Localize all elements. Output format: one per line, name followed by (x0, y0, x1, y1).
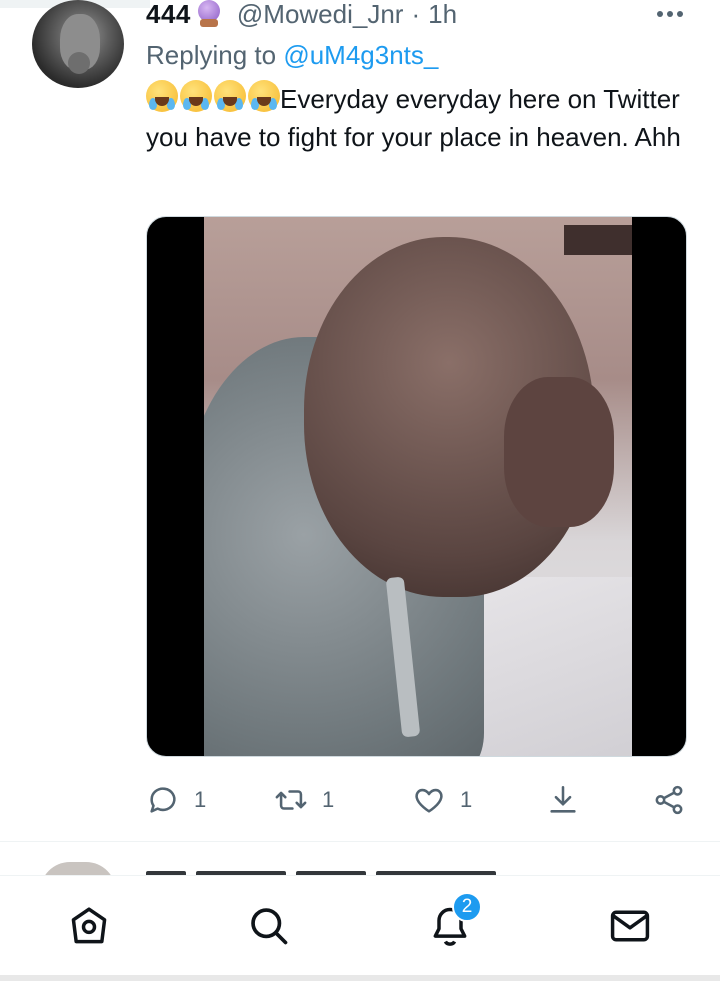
hands (504, 377, 614, 527)
user-handle[interactable]: @Mowedi_Jnr (237, 0, 404, 30)
system-bar (0, 975, 720, 981)
share-icon (655, 785, 683, 815)
avatar-hand (68, 52, 90, 74)
download-icon (550, 785, 576, 813)
tweet-header: 444 @Mowedi_Jnr · 1h (146, 0, 457, 30)
video-thumbnail[interactable] (146, 216, 687, 757)
display-name[interactable]: 444 (146, 0, 191, 30)
tweet-divider (0, 841, 720, 842)
reply-button[interactable]: 1 (146, 782, 206, 818)
loudly-crying-emoji-icon (248, 80, 280, 112)
bottom-navigation (0, 875, 720, 975)
nav-home[interactable] (67, 904, 111, 948)
heart-icon (415, 788, 443, 813)
timestamp[interactable]: 1h (428, 0, 457, 30)
nav-messages[interactable] (608, 904, 652, 948)
tweet[interactable]: 444 @Mowedi_Jnr · 1h Replying to @uM4g3n… (0, 0, 720, 842)
background-shelf (564, 225, 632, 255)
tears-of-joy-emoji-icon (180, 80, 212, 112)
notification-badge: 2 (452, 892, 482, 922)
crystal-ball-icon (195, 0, 223, 28)
video-frame (204, 217, 632, 756)
nav-search[interactable] (247, 904, 291, 948)
loudly-crying-emoji-icon (214, 80, 246, 112)
share-button[interactable] (652, 782, 686, 818)
like-button[interactable]: 1 (412, 782, 472, 818)
download-button[interactable] (546, 782, 580, 818)
like-count: 1 (460, 787, 473, 812)
reply-count: 1 (194, 787, 207, 812)
reply-context: Replying to @uM4g3nts_ (146, 40, 438, 71)
retweet-button[interactable]: 1 (274, 782, 334, 818)
emoji-group (146, 80, 280, 112)
tweet-text: Everyday everyday here on Twitter you ha… (146, 80, 686, 156)
reply-to-link[interactable]: @uM4g3nts_ (283, 40, 438, 70)
search-icon (251, 908, 288, 945)
mail-icon (610, 910, 650, 942)
retweet-count: 1 (322, 787, 335, 812)
avatar[interactable] (32, 0, 124, 88)
tweet-actions: 1 1 1 (146, 782, 691, 818)
home-icon (71, 907, 107, 944)
tears-of-joy-emoji-icon (146, 80, 178, 112)
reply-prefix: Replying to (146, 40, 284, 70)
more-options-icon[interactable] (654, 4, 686, 24)
separator: · (411, 0, 421, 29)
retweet-icon (275, 790, 307, 810)
reply-icon (150, 787, 176, 813)
